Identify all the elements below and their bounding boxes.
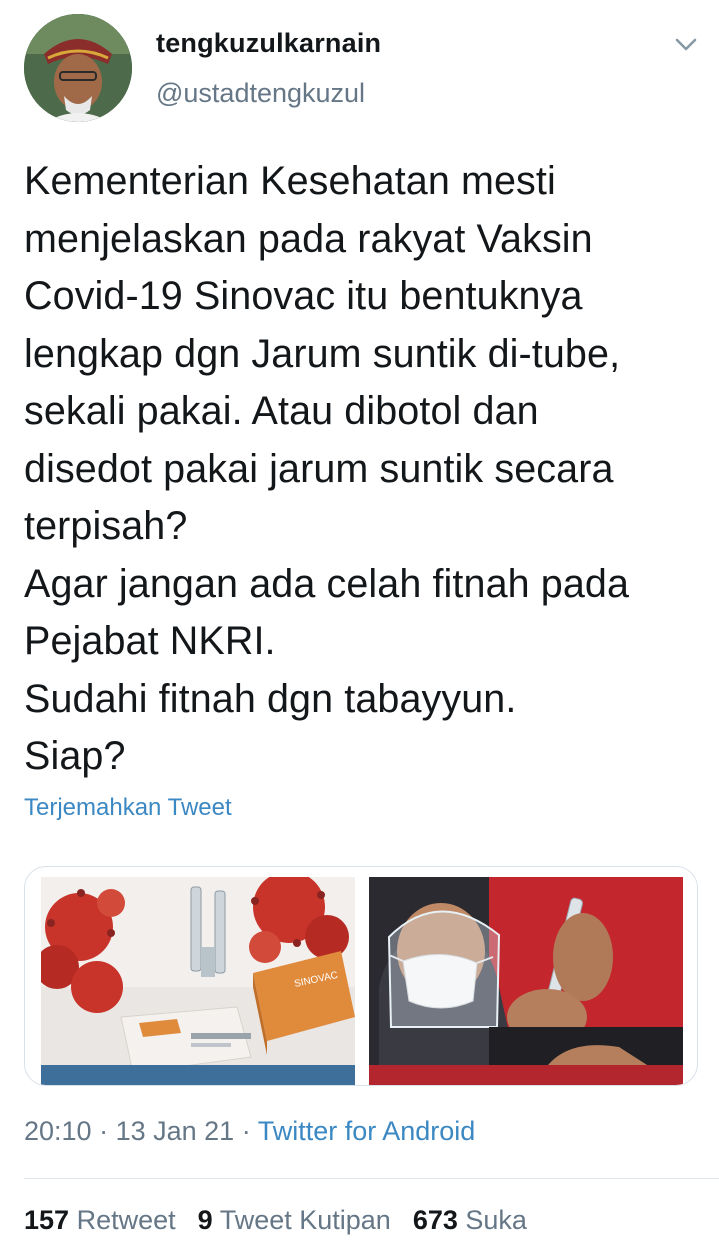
separator-dot: ·	[234, 1116, 258, 1146]
likes-count: 673	[412, 1205, 458, 1235]
user-handle[interactable]: @ustadtengkuzul	[156, 78, 365, 109]
tweet-date[interactable]: 13 Jan 21	[116, 1116, 235, 1146]
likes-stat[interactable]: 673 Suka	[413, 1205, 527, 1235]
tweet-timestamp: 20:10 · 13 Jan 21 · Twitter for Android	[24, 1116, 475, 1147]
third-photo-peek	[41, 1065, 355, 1085]
display-name[interactable]: tengkuzulkarnain	[156, 28, 381, 59]
tweet-time[interactable]: 20:10	[24, 1116, 92, 1146]
likes-label: Suka	[465, 1205, 527, 1235]
quote-tweets-stat[interactable]: 9 Tweet Kutipan	[198, 1205, 391, 1235]
media-gallery: SINOVAC	[24, 866, 698, 1086]
avatar[interactable]	[24, 14, 132, 122]
fourth-photo-peek	[369, 1065, 683, 1085]
engagement-stats: 157 Retweet 9 Tweet Kutipan 673 Suka	[24, 1205, 549, 1236]
divider	[24, 1178, 719, 1179]
tweet-source-link[interactable]: Twitter for Android	[258, 1116, 476, 1146]
vaccine-photo[interactable]: SINOVAC	[41, 877, 355, 1079]
tweet-text: Kementerian Kesehatan mesti menjelaskan …	[24, 159, 630, 778]
quotes-count: 9	[197, 1205, 213, 1235]
translate-tweet-link[interactable]: Terjemahkan Tweet	[24, 794, 232, 822]
retweets-stat[interactable]: 157 Retweet	[24, 1205, 176, 1235]
retweets-label: Retweet	[76, 1205, 176, 1235]
tweet-card: tengkuzulkarnain @ustadtengkuzul Kemente…	[0, 0, 719, 1255]
avatar-image	[24, 14, 132, 122]
retweets-count: 157	[24, 1205, 70, 1235]
quotes-label: Tweet Kutipan	[219, 1205, 391, 1235]
separator-dot: ·	[91, 1116, 116, 1146]
chevron-down-icon[interactable]	[672, 30, 700, 58]
injection-photo[interactable]	[369, 877, 683, 1079]
